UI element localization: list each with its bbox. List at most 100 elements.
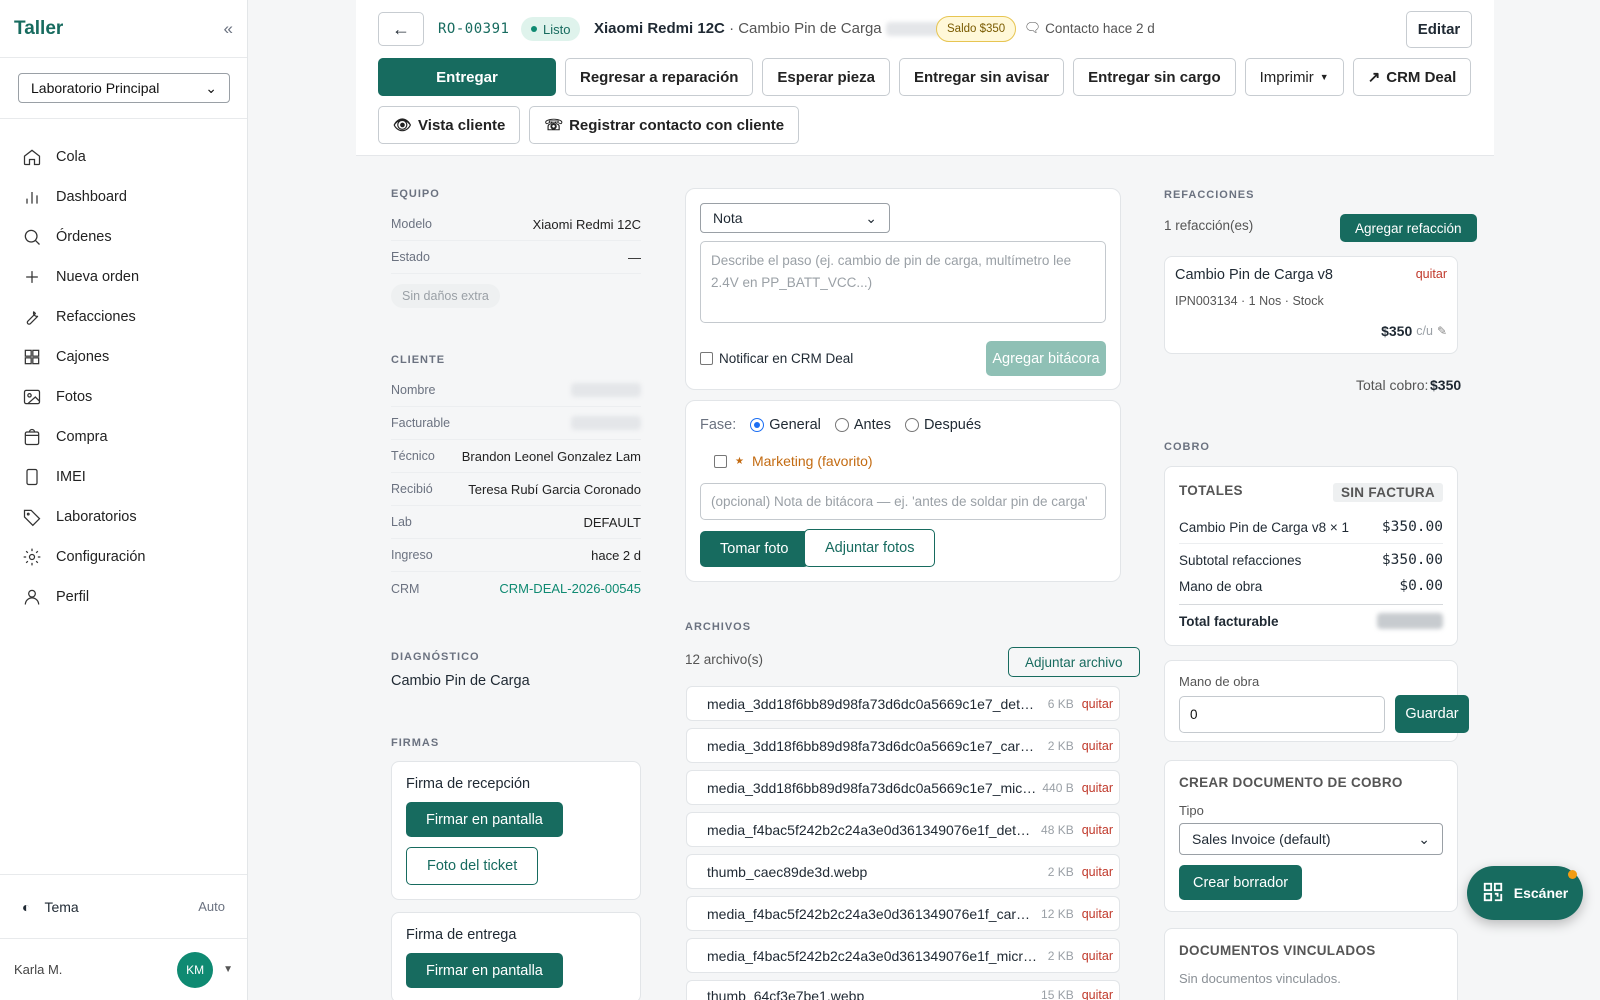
regresar-reparacion-button[interactable]: Regresar a reparación <box>565 58 754 96</box>
line-value: $350.00 <box>1381 519 1443 535</box>
marketing-checkbox[interactable]: ★ Marketing (favorito) <box>714 453 873 469</box>
remove-file-link[interactable]: quitar <box>1082 781 1113 795</box>
sidebar-item-compra[interactable]: Compra <box>0 417 247 457</box>
foto-ticket-button[interactable]: Foto del ticket <box>406 847 539 885</box>
row-key: Técnico <box>391 449 435 463</box>
cliente-row: CRM CRM-DEAL-2026-00545 <box>391 572 641 605</box>
damage-chip: Sin daños extra <box>391 284 500 308</box>
tipo-select[interactable]: Sales Invoice (default) ⌄ <box>1179 823 1443 855</box>
remove-file-link[interactable]: quitar <box>1082 823 1113 837</box>
fase-general-radio[interactable]: General <box>750 417 821 433</box>
registrar-contacto-button[interactable]: ☏ Registrar contacto con cliente <box>529 106 800 144</box>
user-menu[interactable]: Karla M. KM ▼ <box>0 938 247 1000</box>
sidebar-item-imei[interactable]: IMEI <box>0 457 247 497</box>
file-row[interactable]: media_f4bac5f242b2c24a3e0d361349076e1f_m… <box>686 938 1120 973</box>
file-row[interactable]: media_f4bac5f242b2c24a3e0d361349076e1f_c… <box>686 896 1120 931</box>
refaccion-name: Cambio Pin de Carga v8 <box>1175 267 1333 283</box>
order-id: RO-00391 <box>438 21 510 37</box>
sidebar-item-ordenes[interactable]: Órdenes <box>0 217 247 257</box>
entregar-sin-cargo-button[interactable]: Entregar sin cargo <box>1073 58 1236 96</box>
add-bitacora-button[interactable]: Agregar bitácora <box>986 341 1106 376</box>
remove-file-link[interactable]: quitar <box>1082 697 1113 711</box>
file-row[interactable]: media_3dd18f6bb89d98fa73d6dc0a5669c1e7_m… <box>686 770 1120 805</box>
file-name[interactable]: media_3dd18f6bb89d98fa73d6dc0a5669c1e7_c… <box>707 738 1042 754</box>
bitacora-textarea[interactable]: Describe el paso (ej. cambio de pin de c… <box>700 241 1106 323</box>
firmar-recepcion-button[interactable]: Firmar en pantalla <box>406 802 563 837</box>
collapse-sidebar-icon[interactable]: « <box>224 19 233 39</box>
sidebar-item-perfil[interactable]: Perfil <box>0 577 247 617</box>
sidebar-item-cola[interactable]: Cola <box>0 137 247 177</box>
notify-crm-checkbox[interactable]: Notificar en CRM Deal <box>700 351 853 366</box>
sidebar-item-cajones[interactable]: Cajones <box>0 337 247 377</box>
file-name[interactable]: media_f4bac5f242b2c24a3e0d361349076e1f_m… <box>707 948 1042 964</box>
file-name[interactable]: media_3dd18f6bb89d98fa73d6dc0a5669c1e7_m… <box>707 780 1036 796</box>
file-name[interactable]: thumb_64cf3e7be1.webp <box>707 988 1035 1000</box>
status-badge: Listo <box>521 17 581 41</box>
remove-file-link[interactable]: quitar <box>1082 988 1113 1000</box>
sidebar-item-nueva-orden[interactable]: Nueva orden <box>0 257 247 297</box>
entregar-button[interactable]: Entregar <box>378 58 556 96</box>
vista-cliente-button[interactable]: 👁 Vista cliente <box>378 106 521 144</box>
remove-file-link[interactable]: quitar <box>1082 739 1113 753</box>
lab-select[interactable]: Laboratorio Principal ⌄ <box>18 73 230 103</box>
sidebar-item-dashboard[interactable]: Dashboard <box>0 177 247 217</box>
checkbox[interactable] <box>700 352 713 365</box>
bitacora-type-select[interactable]: Nota ⌄ <box>700 203 890 233</box>
scanner-fab[interactable]: Escáner <box>1467 866 1583 920</box>
file-row[interactable]: media_3dd18f6bb89d98fa73d6dc0a5669c1e7_c… <box>686 728 1120 763</box>
mano-obra-input[interactable]: 0 <box>1179 696 1385 733</box>
sidebar-item-refacciones[interactable]: Refacciones <box>0 297 247 337</box>
fase-despues-radio[interactable]: Después <box>904 417 981 433</box>
file-row[interactable]: media_3dd18f6bb89d98fa73d6dc0a5669c1e7_d… <box>686 686 1120 721</box>
file-name[interactable]: media_f4bac5f242b2c24a3e0d361349076e1f_c… <box>707 906 1035 922</box>
radio[interactable] <box>904 418 919 432</box>
contact-text: Contacto hace 2 d <box>1045 20 1155 36</box>
back-button[interactable]: ← <box>378 12 424 46</box>
file-name[interactable]: media_f4bac5f242b2c24a3e0d361349076e1f_d… <box>707 822 1035 838</box>
fase-antes-radio[interactable]: Antes <box>834 417 891 433</box>
theme-toggle[interactable]: ◐ Tema Auto <box>0 874 247 938</box>
file-name[interactable]: media_3dd18f6bb89d98fa73d6dc0a5669c1e7_d… <box>707 696 1042 712</box>
remove-file-link[interactable]: quitar <box>1082 865 1113 879</box>
service-name: · Cambio Pin de Carga <box>729 20 882 37</box>
guardar-button[interactable]: Guardar <box>1395 695 1469 733</box>
sidebar-item-label: Fotos <box>56 389 93 405</box>
crm-link[interactable]: CRM-DEAL-2026-00545 <box>499 581 641 596</box>
pencil-icon[interactable]: ✎ <box>1437 324 1447 338</box>
row-value: Xiaomi Redmi 12C <box>532 216 641 232</box>
gear-icon <box>23 548 41 566</box>
sidebar-item-laboratorios[interactable]: Laboratorios <box>0 497 247 537</box>
sidebar-item-fotos[interactable]: Fotos <box>0 377 247 417</box>
entregar-sin-avisar-button[interactable]: Entregar sin avisar <box>898 58 1065 96</box>
imprimir-button[interactable]: Imprimir ▼ <box>1244 58 1344 96</box>
contact-info: 🗨 Contacto hace 2 d <box>1024 20 1155 36</box>
firma-entrega-title: Firma de entrega <box>406 927 517 943</box>
foto-nota-input[interactable]: (opcional) Nota de bitácora — ej. 'antes… <box>700 483 1106 520</box>
file-row[interactable]: thumb_caec89de3d.webp 2 KB quitar <box>686 854 1120 889</box>
adjuntar-fotos-button[interactable]: Adjuntar fotos <box>804 529 936 567</box>
device-name: Xiaomi Redmi 12C <box>594 20 725 37</box>
file-name[interactable]: thumb_caec89de3d.webp <box>707 864 1042 880</box>
file-row[interactable]: media_f4bac5f242b2c24a3e0d361349076e1f_d… <box>686 812 1120 847</box>
remove-file-link[interactable]: quitar <box>1082 907 1113 921</box>
remove-refaccion-link[interactable]: quitar <box>1416 267 1447 281</box>
radio[interactable] <box>834 418 849 432</box>
file-row[interactable]: thumb_64cf3e7be1.webp 15 KB quitar <box>686 980 1120 1000</box>
checkbox[interactable] <box>714 454 727 468</box>
crm-deal-button[interactable]: ↗ CRM Deal <box>1352 58 1472 96</box>
adjuntar-archivo-button[interactable]: Adjuntar archivo <box>1008 647 1140 677</box>
add-refaccion-button[interactable]: Agregar refacción <box>1340 214 1477 242</box>
tomar-foto-button[interactable]: Tomar foto <box>700 531 809 567</box>
tipo-select-value: Sales Invoice (default) <box>1192 831 1331 847</box>
remove-file-link[interactable]: quitar <box>1082 949 1113 963</box>
firmar-entrega-button[interactable]: Firmar en pantalla <box>406 953 563 988</box>
esperar-pieza-button[interactable]: Esperar pieza <box>762 58 890 96</box>
crear-borrador-button[interactable]: Crear borrador <box>1179 865 1303 900</box>
bitacora-type-value: Nota <box>713 210 743 226</box>
edit-button[interactable]: Editar <box>1406 11 1472 48</box>
sidebar-item-configuracion[interactable]: Configuración <box>0 537 247 577</box>
image-icon <box>23 389 41 405</box>
total-facturable-row: Total facturable <box>1179 613 1443 629</box>
file-size: 48 KB <box>1041 822 1074 837</box>
radio-selected[interactable] <box>750 418 765 432</box>
